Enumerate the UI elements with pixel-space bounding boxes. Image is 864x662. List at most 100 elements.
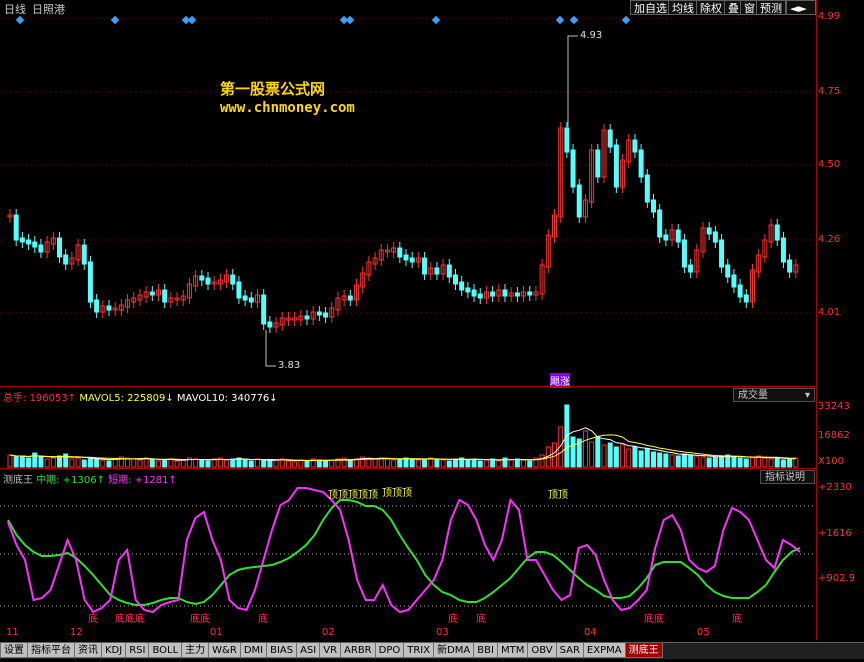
tab-5[interactable]: BOLL <box>148 643 183 658</box>
candle-body <box>490 291 496 297</box>
volume-bar <box>75 457 81 468</box>
tab-17[interactable]: MTM <box>496 643 529 658</box>
volume-bar <box>446 460 452 468</box>
candle-body <box>397 247 403 258</box>
volume-legend: 总手: 196053↑ MAVOL5: 225809↓ MAVOL10: 340… <box>3 389 278 404</box>
candle-body <box>13 214 19 241</box>
tab-18[interactable]: OBV <box>527 643 557 658</box>
bottom-signal-label: 底 <box>88 612 98 625</box>
price-tick: 4.26 <box>818 234 841 245</box>
x-axis-label: 02 <box>322 627 335 638</box>
x-axis: 11 12 01 02 03 04 05 <box>0 626 816 640</box>
volume-bar <box>106 460 112 468</box>
bottom-signal-label: 底底 <box>190 612 210 625</box>
candle-body <box>434 267 440 275</box>
top-signal-label: 顶顶顶顶顶 <box>328 489 378 501</box>
volume-bar <box>193 458 199 468</box>
volume-bar <box>620 444 626 468</box>
tab-20[interactable]: EXPMA <box>582 643 626 658</box>
tab-11[interactable]: VR <box>319 643 342 658</box>
indicator-tab-bar: 设置 指标平台 资讯 KDJ RSI BOLL 主力 W&R DMI BIAS ASI VR ARBR D… <box>0 642 864 659</box>
volume-bar <box>521 459 527 468</box>
volume-bar <box>242 459 248 468</box>
volume-bar <box>465 459 471 468</box>
candle-body <box>403 254 409 261</box>
tab-6[interactable]: 主力 <box>181 643 210 658</box>
tab-14[interactable]: TRIX <box>403 643 435 658</box>
candlesticks <box>7 122 799 333</box>
volume-bar <box>663 453 669 468</box>
volume-bar <box>675 455 681 468</box>
candle-body <box>477 293 483 299</box>
volume-bar <box>168 458 174 468</box>
volume-bar <box>731 456 737 468</box>
tab-13[interactable]: DPO <box>374 643 405 658</box>
signal-diamond <box>110 15 120 25</box>
signal-diamond <box>621 15 631 25</box>
volume-bar <box>527 460 533 468</box>
volume-bar <box>453 458 458 468</box>
tab-2[interactable]: 资讯 <box>74 643 102 658</box>
bottom-signal-label: 底 <box>732 612 742 625</box>
tab-10[interactable]: ASI <box>296 643 321 658</box>
volume-tick: 16862 <box>818 430 850 441</box>
volume-bar <box>700 456 706 468</box>
candle-body <box>465 287 471 293</box>
tab-7[interactable]: W&R <box>208 643 241 658</box>
chart-canvas: 底底底底 底底底底底底底 底顶顶顶顶顶 顶顶顶 顶顶 <box>0 15 816 625</box>
tab-8[interactable]: DMI <box>239 643 268 658</box>
tab-1[interactable]: 指标平台 <box>27 643 75 658</box>
price-tick: 4.50 <box>818 159 841 170</box>
price-tick: 4.75 <box>818 86 841 97</box>
tab-21[interactable]: 测底王 <box>624 643 663 658</box>
price-tick: 4.99 <box>818 11 841 22</box>
volume-bar <box>26 457 32 468</box>
tab-19[interactable]: SAR <box>555 643 584 658</box>
candle-body <box>323 312 329 318</box>
volume-bar <box>323 460 329 468</box>
x-axis-label: 05 <box>697 627 710 638</box>
volume-bar <box>712 456 718 468</box>
volume-bar <box>644 448 650 468</box>
candle-body <box>94 299 100 313</box>
volume-bar <box>651 451 656 468</box>
candle-body <box>236 281 242 299</box>
volume-bar <box>496 460 502 468</box>
tab-12[interactable]: ARBR <box>340 643 376 658</box>
volume-bar <box>100 459 106 468</box>
tab-0[interactable]: 设置 <box>0 643 28 658</box>
volume-bar <box>422 458 428 468</box>
indicator-help-button[interactable]: 指标说明 <box>760 470 815 484</box>
volume-bar <box>483 459 489 468</box>
x-axis-label: 11 <box>6 627 19 638</box>
volume-bar <box>255 458 260 468</box>
tab-3[interactable]: KDJ <box>101 643 127 658</box>
indicator-selector[interactable]: 成交量 ▾ <box>733 388 815 402</box>
watermark-url: www.chnmoney.com <box>220 100 355 116</box>
candle-body <box>632 139 638 153</box>
indicator-tick: +1616 <box>818 528 852 539</box>
candle-body <box>774 224 780 241</box>
volume-bar <box>397 458 403 468</box>
volume-bar <box>595 436 601 468</box>
tab-16[interactable]: BBI <box>473 643 498 658</box>
volume-bar <box>539 454 545 468</box>
candle-body <box>446 264 452 278</box>
volume-bar <box>780 459 786 468</box>
signal-diamond <box>15 15 25 25</box>
candle-body <box>675 229 681 243</box>
volume-bar <box>613 446 619 468</box>
candle-body <box>19 237 25 243</box>
candle-body <box>199 275 205 281</box>
tab-9[interactable]: BIAS <box>266 643 298 658</box>
volume-bar <box>750 456 755 468</box>
tab-15[interactable]: 新DMA <box>433 643 475 658</box>
volume-total: 196053↑ <box>29 393 77 404</box>
price-tick: 4.01 <box>818 307 841 318</box>
candle-body <box>471 289 477 297</box>
candle-body <box>304 315 310 320</box>
candle-body <box>576 184 582 218</box>
volume-bar <box>180 459 186 468</box>
volume-bar <box>174 460 180 468</box>
tab-4[interactable]: RSI <box>125 643 150 658</box>
